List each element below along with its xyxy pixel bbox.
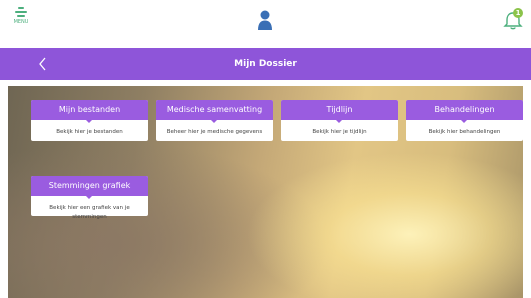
dossier-nav-bar: Mijn Dossier: [0, 48, 531, 80]
card-stemmingen-grafiek[interactable]: Stemmingen grafiek Bekijk hier een grafi…: [31, 176, 148, 220]
user-profile-button[interactable]: [256, 9, 274, 31]
card-title: Medische samenvatting: [156, 100, 273, 123]
card-description: Bekijk hier een grafiek van je stemminge…: [49, 205, 130, 220]
card-title: Stemmingen grafiek: [31, 176, 148, 199]
dossier-content-area: Mijn bestanden Bekijk hier je bestanden …: [8, 86, 523, 298]
card-medische-samenvatting[interactable]: Medische samenvatting Beheer hier je med…: [156, 100, 273, 141]
page-title: Mijn Dossier: [234, 59, 297, 69]
menu-button[interactable]: MENU: [8, 5, 34, 33]
card-mijn-bestanden[interactable]: Mijn bestanden Bekijk hier je bestanden: [31, 100, 148, 141]
notifications-button[interactable]: 1: [502, 8, 524, 32]
card-title: Mijn bestanden: [31, 100, 148, 123]
notification-badge: 1: [513, 8, 523, 18]
card-title: Behandelingen: [406, 100, 523, 123]
hamburger-icon: [14, 7, 28, 17]
top-bar: MENU 1: [0, 0, 531, 37]
card-behandelingen[interactable]: Behandelingen Bekijk hier behandelingen: [406, 100, 523, 141]
card-tijdlijn[interactable]: Tijdlijn Bekijk hier je tijdlijn: [281, 100, 398, 141]
card-title: Tijdlijn: [281, 100, 398, 123]
menu-label: MENU: [13, 19, 29, 25]
user-icon: [258, 10, 272, 30]
